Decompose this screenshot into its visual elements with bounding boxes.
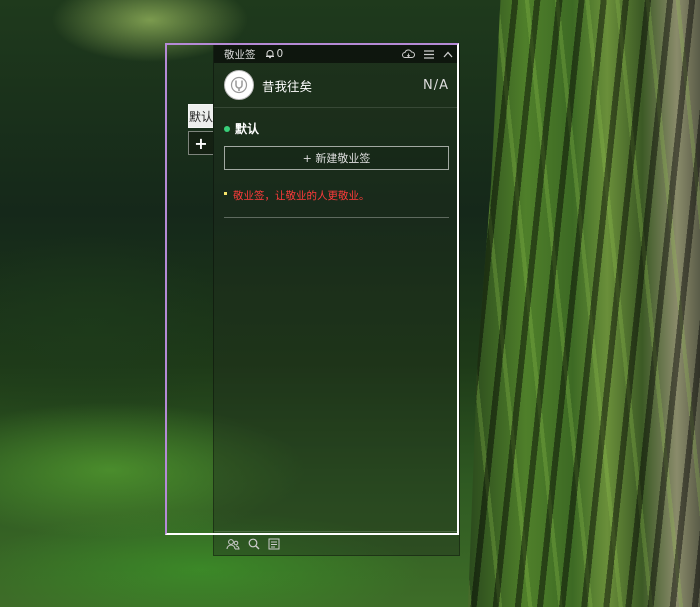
user-status: N/A (423, 77, 449, 93)
contacts-icon[interactable] (226, 538, 240, 550)
side-tab-add[interactable]: + (188, 131, 213, 155)
group-title: 默认 (235, 122, 260, 136)
notification-count: 0 (276, 48, 284, 60)
window-controls (402, 49, 453, 59)
group-dot (224, 125, 230, 132)
note-bullet (224, 192, 227, 195)
side-tabs: 默认 + (188, 104, 213, 158)
menu-icon[interactable] (424, 49, 434, 59)
user-row[interactable]: 昔我往矣 N/A (214, 63, 459, 108)
side-tab-default[interactable]: 默认 (188, 104, 213, 128)
notification-indicator[interactable]: 0 (265, 48, 284, 60)
app-title: 敬业签 (224, 48, 256, 61)
new-note-button[interactable]: + 新建敬业签 (224, 146, 449, 170)
bell-icon (265, 49, 275, 59)
note-text: 敬业签，让敬业的人更敬业。 (233, 190, 370, 202)
search-icon[interactable] (248, 538, 260, 550)
username: 昔我往矣 (262, 78, 313, 94)
avatar-logo-icon (230, 76, 248, 94)
list-item[interactable]: 敬业签，让敬业的人更敬业。 (224, 188, 449, 218)
list-icon[interactable] (268, 538, 280, 550)
background-tree-trunk (468, 0, 700, 607)
avatar[interactable] (224, 70, 254, 100)
group-header[interactable]: 默认 (214, 120, 459, 137)
title-bar[interactable]: 敬业签 0 (214, 45, 459, 63)
sticky-note-panel: 敬业签 0 昔我往矣 N/A 默认 + 新建敬业签 敬业签，让敬业的人更敬业。 (213, 44, 460, 556)
bottom-toolbar (214, 531, 459, 555)
chevron-up-icon[interactable] (443, 51, 453, 58)
cloud-sync-icon[interactable] (402, 49, 415, 59)
